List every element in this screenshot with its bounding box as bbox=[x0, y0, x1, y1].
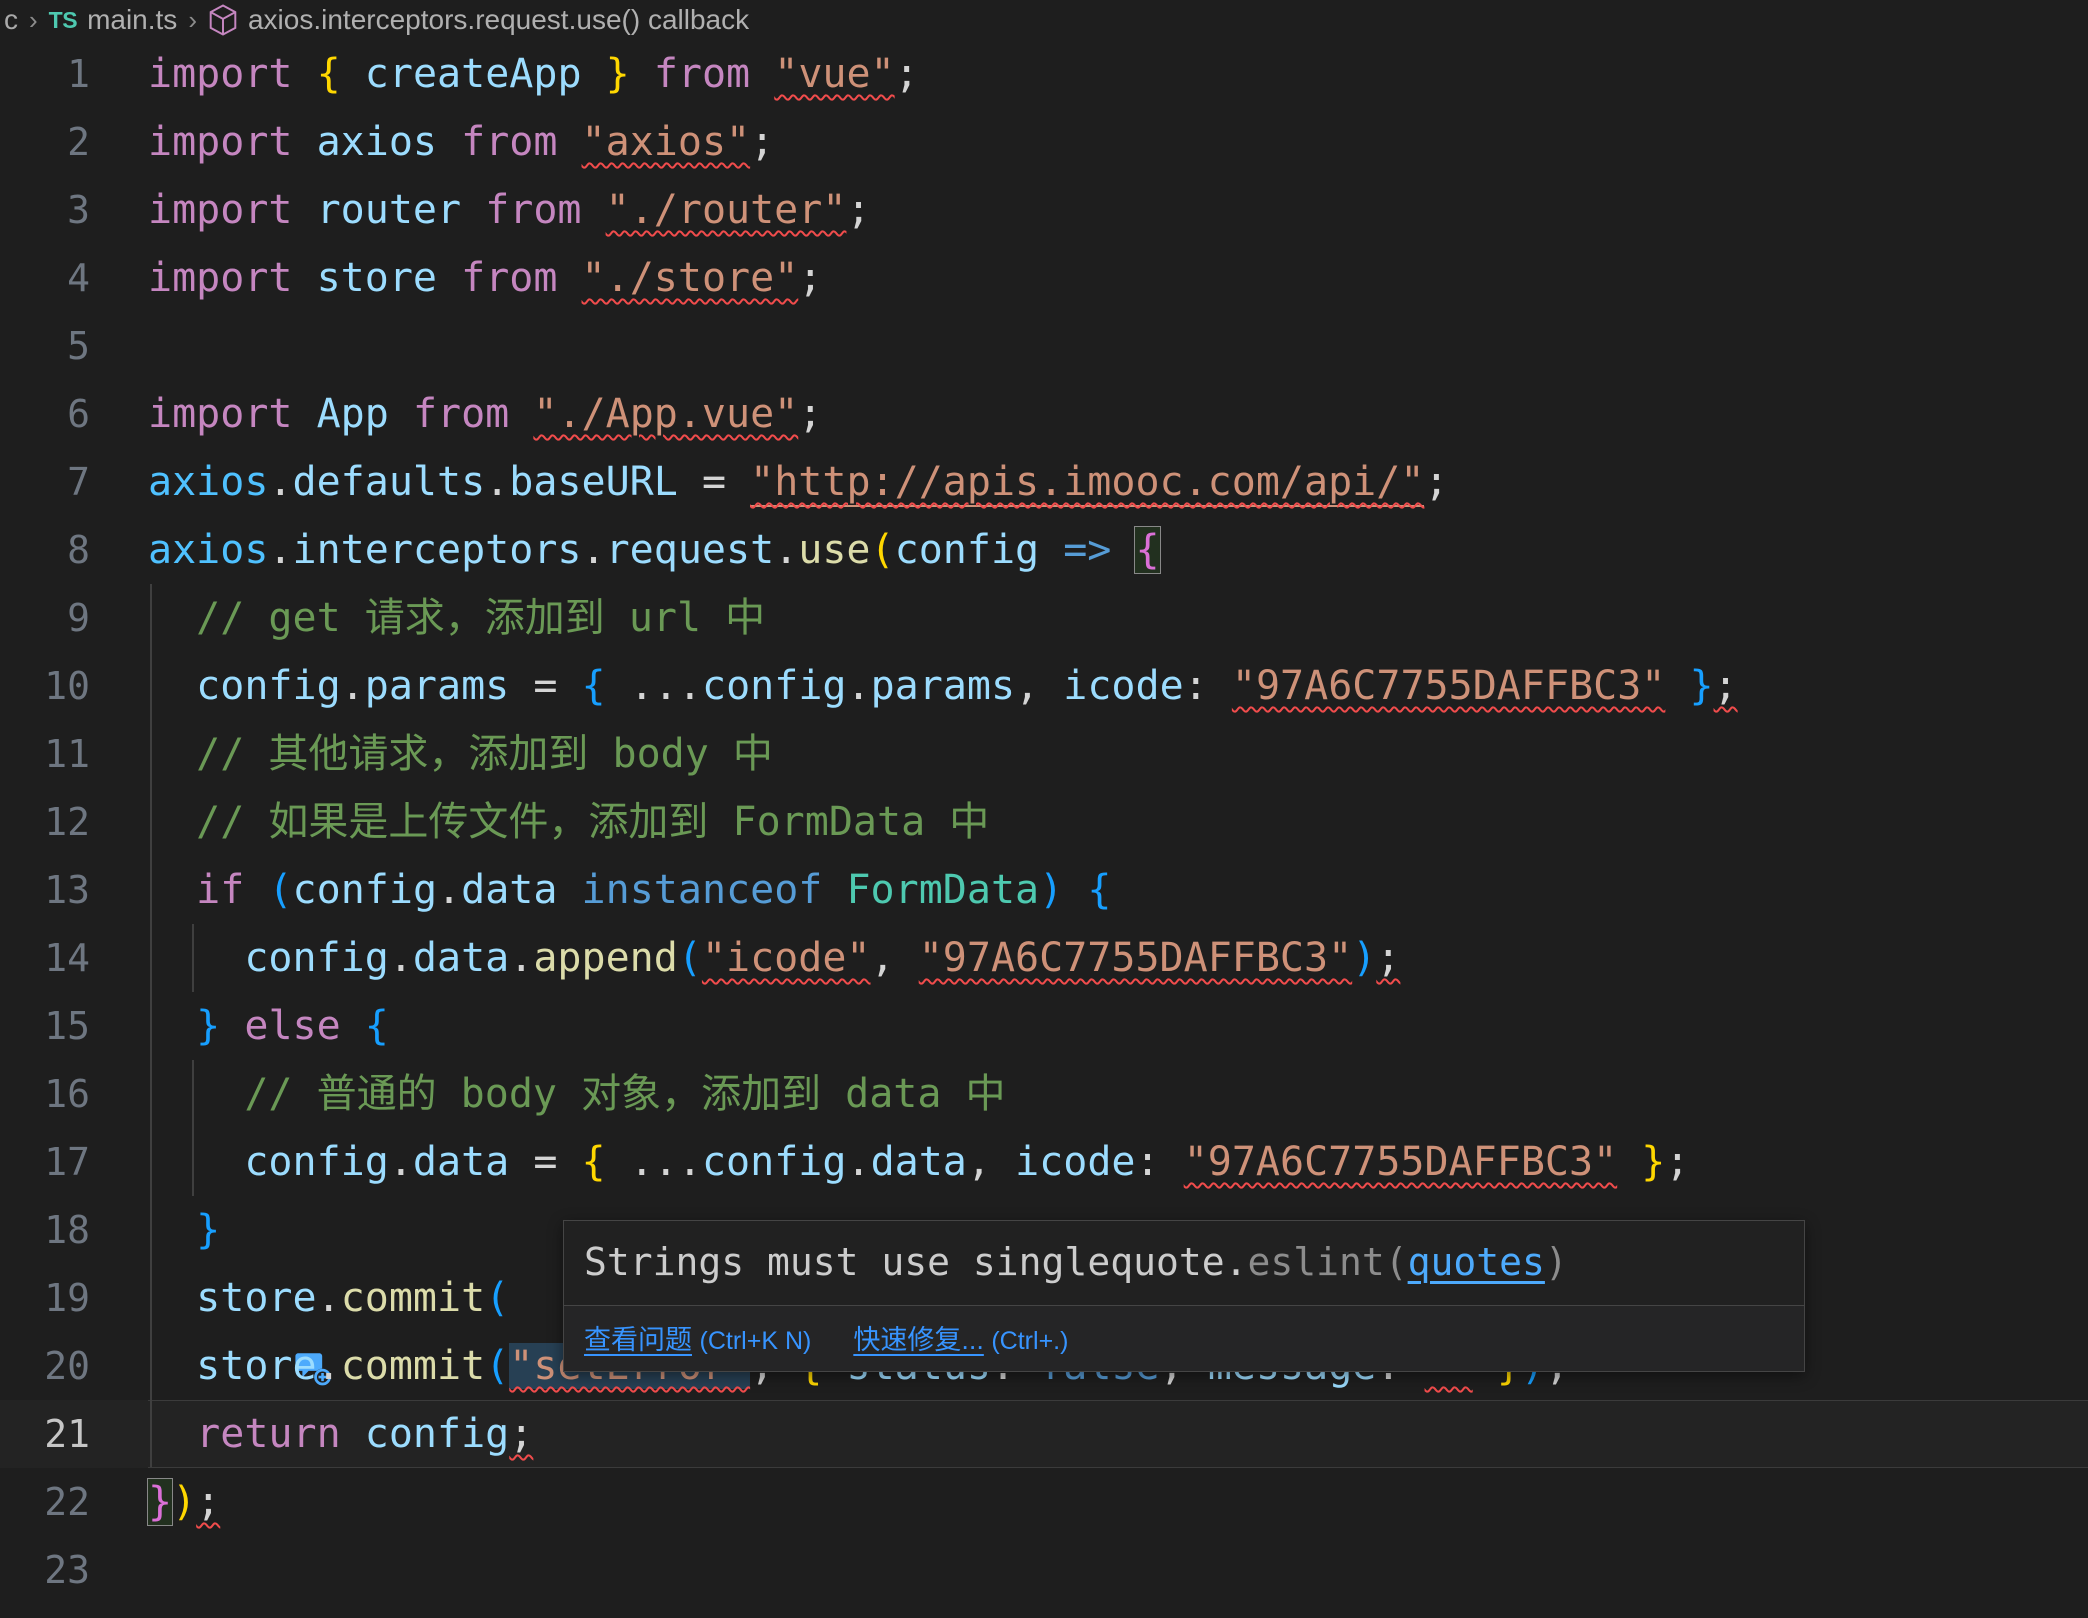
line-number: 23 bbox=[44, 1548, 90, 1592]
line-content[interactable]: axios.interceptors.request.use(config =>… bbox=[148, 516, 1161, 584]
line-number: 5 bbox=[67, 324, 90, 368]
line-number: 17 bbox=[44, 1140, 90, 1184]
code-line[interactable]: 23 bbox=[0, 1536, 2088, 1604]
line-content[interactable]: if (config.data instanceof FormData) { bbox=[148, 856, 1111, 924]
line-number: 2 bbox=[67, 120, 90, 164]
line-number: 8 bbox=[67, 528, 90, 572]
hover-rule-link[interactable]: quotes bbox=[1408, 1240, 1545, 1284]
breadcrumb-root[interactable]: c bbox=[4, 4, 18, 36]
code-editor[interactable]: 1 import { createApp } from "vue"; 2 imp… bbox=[0, 40, 2088, 1618]
line-number: 14 bbox=[44, 936, 90, 980]
breadcrumb-symbol[interactable]: axios.interceptors.request.use() callbac… bbox=[248, 4, 749, 36]
hover-message-row: Strings must use singlequote.eslint(quot… bbox=[564, 1221, 1804, 1305]
code-line[interactable]: 22 }); bbox=[0, 1468, 2088, 1536]
line-content[interactable]: // 其他请求，添加到 body 中 bbox=[148, 720, 773, 788]
code-line[interactable]: 11 // 其他请求，添加到 body 中 bbox=[0, 720, 2088, 788]
line-content[interactable]: config.data = { ...config.data, icode: "… bbox=[148, 1128, 1689, 1196]
view-problem-action[interactable]: 查看问题 (Ctrl+K N) bbox=[584, 1325, 811, 1355]
line-content[interactable]: // 如果是上传文件，添加到 FormData 中 bbox=[148, 788, 989, 856]
bracket-match-highlight: { bbox=[1134, 526, 1161, 574]
quick-fix-action[interactable]: 快速修复... (Ctrl+.) bbox=[853, 1325, 1068, 1355]
line-number: 13 bbox=[44, 868, 90, 912]
view-problem-shortcut: (Ctrl+K N) bbox=[699, 1327, 812, 1355]
code-line[interactable]: 7 axios.defaults.baseURL = "http://apis.… bbox=[0, 448, 2088, 516]
code-line[interactable]: 15 } else { bbox=[0, 992, 2088, 1060]
line-number: 19 bbox=[44, 1276, 90, 1320]
code-line[interactable]: 2 import axios from "axios"; bbox=[0, 108, 2088, 176]
code-line[interactable]: 14 config.data.append("icode", "97A6C775… bbox=[0, 924, 2088, 992]
line-content[interactable]: }); bbox=[146, 1468, 220, 1536]
code-line[interactable]: 12 // 如果是上传文件，添加到 FormData 中 bbox=[0, 788, 2088, 856]
line-content[interactable]: } else { bbox=[148, 992, 389, 1060]
line-number: 15 bbox=[44, 1004, 90, 1048]
line-number: 12 bbox=[44, 800, 90, 844]
line-content[interactable]: store.commit( bbox=[148, 1264, 509, 1332]
code-line[interactable]: 3 import router from "./router"; bbox=[0, 176, 2088, 244]
add-comment-icon[interactable] bbox=[98, 1276, 331, 1386]
chevron-right-icon: › bbox=[29, 4, 38, 35]
line-number: 22 bbox=[44, 1480, 90, 1524]
line-content[interactable]: import router from "./router"; bbox=[148, 176, 871, 244]
line-content[interactable]: // 普通的 body 对象，添加到 data 中 bbox=[148, 1060, 1006, 1128]
line-content[interactable]: // get 请求，添加到 url 中 bbox=[148, 584, 765, 652]
code-line[interactable]: 17 config.data = { ...config.data, icode… bbox=[0, 1128, 2088, 1196]
bracket-match-highlight-close: } bbox=[146, 1478, 174, 1526]
line-content[interactable]: axios.defaults.baseURL = "http://apis.im… bbox=[148, 448, 1449, 516]
code-line[interactable]: 13 if (config.data instanceof FormData) … bbox=[0, 856, 2088, 924]
line-number: 9 bbox=[67, 596, 90, 640]
code-line[interactable]: 10 config.params = { ...config.params, i… bbox=[0, 652, 2088, 720]
line-content[interactable]: import App from "./App.vue"; bbox=[148, 380, 822, 448]
line-content[interactable]: axios.interceptors.response.use( bbox=[148, 1604, 919, 1618]
line-content[interactable]: config.params = { ...config.params, icod… bbox=[148, 652, 1738, 720]
breadcrumb-file[interactable]: main.ts bbox=[87, 4, 177, 36]
hover-source-suffix: ) bbox=[1544, 1240, 1568, 1284]
diagnostic-hover-popup[interactable]: Strings must use singlequote.eslint(quot… bbox=[563, 1220, 1805, 1372]
line-number: 4 bbox=[67, 256, 90, 300]
hover-action-bar[interactable]: 查看问题 (Ctrl+K N) 快速修复... (Ctrl+.) bbox=[564, 1305, 1804, 1371]
chevron-right-icon-2: › bbox=[188, 4, 197, 35]
url-string: "http://apis.imooc.com/api/" bbox=[750, 459, 1425, 507]
hover-source-prefix: eslint( bbox=[1247, 1240, 1408, 1284]
line-number: 3 bbox=[67, 188, 90, 232]
code-line[interactable]: 16 // 普通的 body 对象，添加到 data 中 bbox=[0, 1060, 2088, 1128]
code-line[interactable]: 4 import store from "./store"; bbox=[0, 244, 2088, 312]
line-content[interactable]: } bbox=[148, 1196, 220, 1264]
quick-fix-label[interactable]: 快速修复... bbox=[853, 1325, 984, 1355]
view-problem-label[interactable]: 查看问题 bbox=[584, 1325, 692, 1355]
line-number: 10 bbox=[44, 664, 90, 708]
hover-message: Strings must use singlequote. bbox=[584, 1240, 1248, 1284]
line-content[interactable]: import axios from "axios"; bbox=[148, 108, 774, 176]
line-content[interactable]: config.data.append("icode", "97A6C7755DA… bbox=[148, 924, 1400, 992]
code-line[interactable]: 8 axios.interceptors.request.use(config … bbox=[0, 516, 2088, 584]
line-number: 6 bbox=[67, 392, 90, 436]
code-line[interactable]: 24 axios.interceptors.response.use( bbox=[0, 1604, 2088, 1618]
line-number: 11 bbox=[44, 732, 90, 776]
line-content[interactable]: import { createApp } from "vue"; bbox=[148, 40, 919, 108]
line-number: 1 bbox=[67, 52, 90, 96]
code-line[interactable]: 9 // get 请求，添加到 url 中 bbox=[0, 584, 2088, 652]
line-content[interactable]: import store from "./store"; bbox=[148, 244, 822, 312]
cube-icon bbox=[208, 4, 238, 36]
breadcrumb[interactable]: c › TS main.ts › axios.interceptors.requ… bbox=[0, 0, 2088, 40]
line-content[interactable]: return config; bbox=[148, 1400, 533, 1468]
typescript-file-icon: TS bbox=[48, 6, 78, 33]
code-line[interactable]: 1 import { createApp } from "vue"; bbox=[0, 40, 2088, 108]
code-line[interactable]: 5 bbox=[0, 312, 2088, 380]
line-number: 21 bbox=[44, 1412, 90, 1456]
line-number: 18 bbox=[44, 1208, 90, 1252]
code-line[interactable]: 6 import App from "./App.vue"; bbox=[0, 380, 2088, 448]
line-number: 24 bbox=[0, 1604, 90, 1618]
quick-fix-shortcut: (Ctrl+.) bbox=[991, 1327, 1069, 1355]
code-line-active[interactable]: 21 return config; bbox=[0, 1400, 2088, 1468]
line-number: 7 bbox=[67, 460, 90, 504]
line-number: 20 bbox=[44, 1344, 90, 1388]
line-number: 16 bbox=[44, 1072, 90, 1116]
